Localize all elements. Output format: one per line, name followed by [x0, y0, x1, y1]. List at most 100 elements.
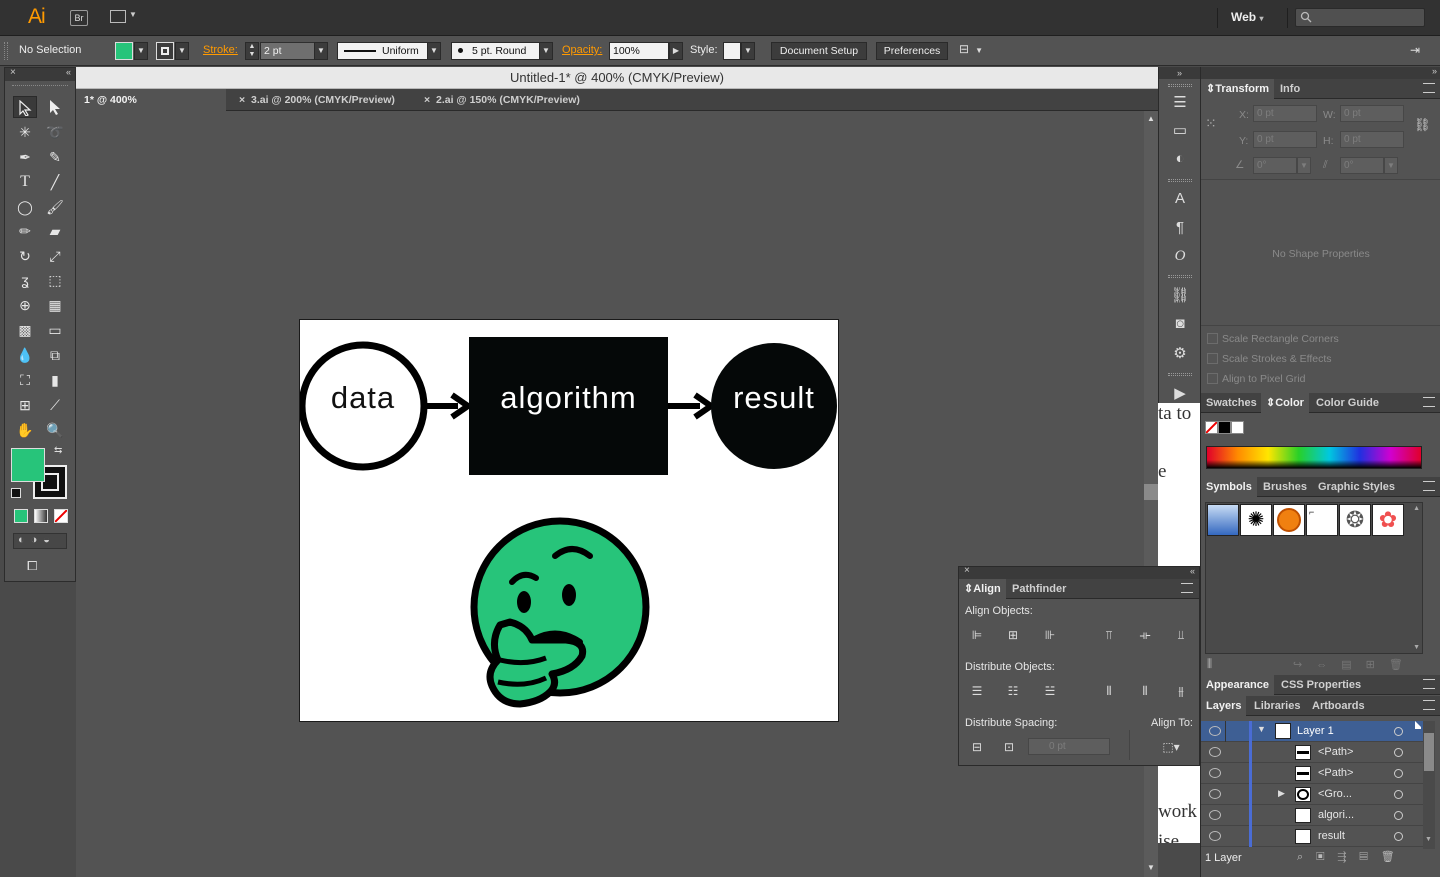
target-circle-icon[interactable]	[1394, 769, 1403, 778]
panel-menu-icon[interactable]	[1423, 679, 1435, 689]
stroke-dropdown[interactable]: ▼	[175, 42, 189, 60]
distribute-left-icon[interactable]: ⫴	[1099, 682, 1119, 700]
fill-dropdown[interactable]: ▼	[134, 42, 148, 60]
layer-name[interactable]: <Gro...	[1318, 788, 1352, 800]
reference-point-icon[interactable]: ⁙	[1205, 115, 1225, 135]
opacity-label[interactable]: Opacity:	[562, 44, 602, 56]
spacing-field[interactable]: 0 pt	[1028, 738, 1110, 755]
tab-brushes[interactable]: Brushes	[1258, 477, 1312, 497]
none-color-icon[interactable]	[1205, 421, 1218, 434]
style-dropdown[interactable]: ▼	[741, 42, 755, 60]
image-trace-panel-icon[interactable]: ◙	[1169, 313, 1191, 335]
grip-handle[interactable]	[1168, 84, 1192, 87]
slice-tool-icon[interactable]: ⟋	[43, 394, 67, 416]
tab-untitled-1[interactable]: 1* @ 400% (CMYK/Preview)	[76, 89, 226, 128]
panel-menu-icon[interactable]	[1423, 481, 1435, 491]
character-panel-icon[interactable]: A	[1169, 188, 1191, 210]
layer-name[interactable]: <Path>	[1318, 767, 1353, 779]
profile-dropdown[interactable]: ▼	[427, 42, 441, 60]
asset-export-panel-icon[interactable]: ⚙	[1169, 343, 1191, 365]
layer-row[interactable]: <Path>	[1201, 742, 1423, 763]
grip-handle[interactable]	[12, 85, 68, 87]
visibility-eye-icon[interactable]	[1209, 726, 1221, 736]
direct-selection-tool-icon[interactable]	[43, 96, 67, 118]
visibility-eye-icon[interactable]	[1209, 747, 1221, 757]
vertical-distribute-space-icon[interactable]: ⊟	[967, 738, 987, 756]
default-colors-icon[interactable]	[11, 488, 21, 498]
column-graph-tool-icon[interactable]: ▮	[43, 369, 67, 391]
layer-name[interactable]: result	[1318, 830, 1345, 842]
tab-align[interactable]: ⇕Align	[959, 579, 1006, 599]
align-pixel-checkbox[interactable]	[1207, 373, 1218, 384]
grip-handle[interactable]	[4, 42, 8, 60]
distribute-bottom-icon[interactable]: ☱	[1040, 682, 1060, 700]
type-tool-icon[interactable]: T	[13, 171, 37, 193]
black-color-icon[interactable]	[1218, 421, 1231, 434]
color-mode-icon[interactable]	[14, 509, 28, 523]
zoom-tool-icon[interactable]: 🔍	[43, 419, 67, 441]
align-right-icon[interactable]: ⊪	[1040, 626, 1060, 644]
symbol-sprayer-tool-icon[interactable]: ⛶	[13, 369, 37, 391]
target-circle-icon[interactable]	[1394, 832, 1403, 841]
tab-css-properties[interactable]: CSS Properties	[1276, 675, 1366, 695]
white-color-icon[interactable]	[1231, 421, 1244, 434]
collapse-icon[interactable]: »	[1159, 67, 1200, 79]
align-left-icon[interactable]: ⊫	[967, 626, 987, 644]
stroke-panel-icon[interactable]: ☰	[1169, 92, 1191, 114]
h-field[interactable]: 0 pt	[1340, 131, 1404, 148]
arrow-data-to-algorithm[interactable]	[425, 392, 474, 420]
disclosure-triangle-icon[interactable]: ▼	[1257, 724, 1266, 734]
stroke-label[interactable]: Stroke:	[203, 44, 238, 56]
symbol-orange-circle[interactable]	[1273, 504, 1305, 536]
layer-actions[interactable]: ⌕▣⇶▤🗑	[1297, 850, 1408, 864]
layer-name[interactable]: algori...	[1318, 809, 1354, 821]
opacity-field[interactable]: 100%	[609, 42, 669, 60]
horizontal-distribute-space-icon[interactable]: ⊡	[999, 738, 1019, 756]
fill-swatch[interactable]	[115, 42, 133, 60]
help-search-input[interactable]	[1295, 8, 1425, 27]
scroll-thumb[interactable]	[1424, 733, 1434, 771]
layer-name[interactable]: <Path>	[1318, 746, 1353, 758]
close-icon[interactable]: ×	[964, 565, 970, 576]
tab-transform[interactable]: ⇕Transform	[1201, 79, 1275, 99]
drawing-modes[interactable]: ◐◑◒	[13, 533, 67, 549]
workspace-switcher[interactable]: Web ▾	[1231, 10, 1263, 24]
arrange-button[interactable]: ⊟ ▼	[959, 42, 991, 60]
scroll-up-icon[interactable]: ▲	[1413, 505, 1420, 512]
layer-row[interactable]: ▼ Layer 1	[1201, 721, 1423, 742]
tab-appearance[interactable]: Appearance	[1201, 675, 1274, 695]
perspective-grid-tool-icon[interactable]: ▦	[43, 294, 67, 316]
scale-corners-checkbox[interactable]	[1207, 333, 1218, 344]
symbol-splatter[interactable]: ✺	[1240, 504, 1272, 536]
pencil-tool-icon[interactable]: ✏	[13, 220, 37, 242]
tab-info[interactable]: Info	[1275, 79, 1305, 99]
visibility-eye-icon[interactable]	[1209, 831, 1221, 841]
x-field[interactable]: 0 pt	[1253, 105, 1317, 122]
brush-definition[interactable]: 5 pt. Round	[451, 42, 540, 60]
tab-symbols[interactable]: Symbols	[1201, 477, 1257, 497]
line-segment-tool-icon[interactable]: ╱	[43, 171, 67, 193]
layers-scrollbar[interactable]: ▼	[1423, 721, 1435, 849]
layer-row[interactable]: ▶ <Gro...	[1201, 784, 1423, 805]
close-icon[interactable]: ×	[424, 94, 430, 106]
symbol-libraries-icon[interactable]: ⫼	[1207, 658, 1212, 671]
panel-menu-icon[interactable]	[1423, 397, 1435, 407]
distribute-top-icon[interactable]: ☰	[967, 682, 987, 700]
swap-fill-stroke-icon[interactable]: ⇆	[54, 445, 62, 456]
y-field[interactable]: 0 pt	[1253, 131, 1317, 148]
artboard[interactable]: data algorithm result	[299, 319, 839, 722]
opentype-panel-icon[interactable]: O	[1169, 245, 1191, 267]
pen-tool-icon[interactable]: ✒	[13, 146, 37, 168]
visibility-eye-icon[interactable]	[1209, 768, 1221, 778]
align-panel-header[interactable]: × «	[959, 565, 1199, 579]
arrange-documents-button[interactable]: ▼	[110, 9, 138, 25]
variable-width-profile[interactable]: Uniform	[337, 42, 428, 60]
gradient-mode-icon[interactable]	[34, 509, 48, 523]
close-icon[interactable]: ×	[10, 67, 16, 78]
tab-swatches[interactable]: Swatches	[1201, 393, 1262, 413]
collapse-icon[interactable]: »	[1432, 66, 1437, 76]
screen-mode-icon[interactable]: ⧠	[27, 558, 49, 574]
tools-panel-header[interactable]: × «	[5, 67, 75, 81]
grip-handle[interactable]	[1168, 373, 1192, 376]
constrain-proportions-icon[interactable]: ⛓	[1414, 117, 1431, 133]
